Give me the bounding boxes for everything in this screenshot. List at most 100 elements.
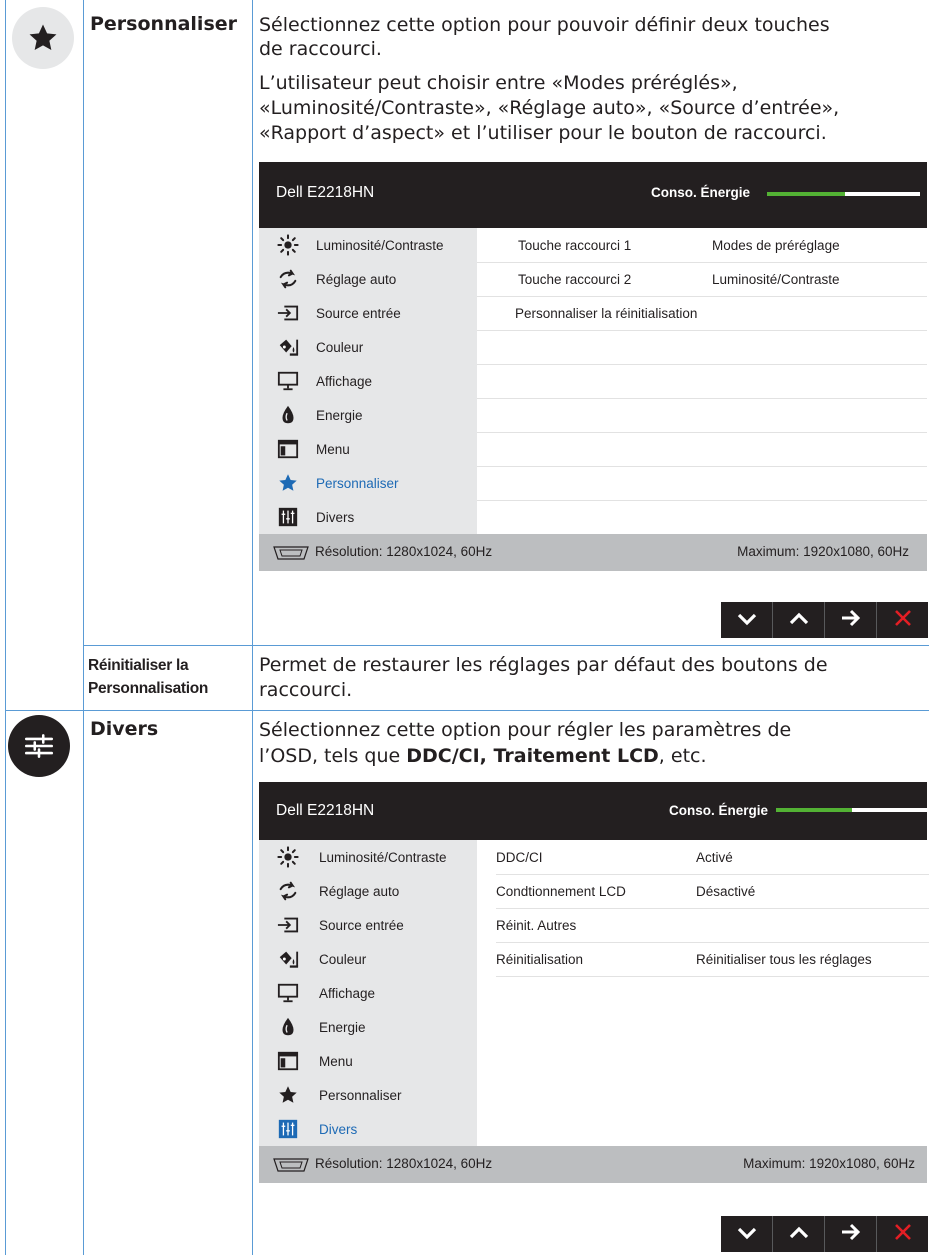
sidebar-item-menu[interactable]: Menu — [259, 432, 477, 466]
osd-screenshot-divers: Dell E2218HN Conso. Énergie Luminosité/C… — [259, 782, 929, 1200]
energy-meter-remaining — [852, 808, 927, 812]
table-row[interactable]: Touche raccourci 2 Luminosité/Contraste — [477, 262, 927, 297]
divers-desc-bold: DDC/CI, Traitement LCD — [406, 745, 659, 767]
display-icon — [276, 369, 300, 393]
personnaliser-desc-line-2: de raccourci. — [259, 38, 382, 60]
energy-meter-fill — [767, 192, 845, 196]
reset-label-line-2: Personnalisation — [88, 680, 209, 697]
down-button[interactable] — [721, 1216, 772, 1252]
personnaliser-desc-line-5: «Rapport d’aspect» et l’utiliser pour le… — [259, 122, 827, 144]
table-row-empty — [477, 330, 927, 365]
table-row-empty — [477, 432, 927, 467]
row-value: Désactivé — [696, 884, 756, 899]
exit-button[interactable] — [876, 602, 928, 638]
input-source-icon — [276, 301, 300, 325]
vga-connector-icon — [271, 545, 311, 566]
up-button[interactable] — [772, 602, 824, 638]
sidebar-item-label: Affichage — [316, 373, 373, 389]
brightness-icon — [276, 233, 300, 257]
sidebar-item-affichage[interactable]: Affichage — [259, 364, 477, 398]
table-border-left — [5, 0, 6, 1255]
osd-content: DDC/CI Activé Condtionnement LCD Désacti… — [477, 840, 929, 1146]
osd-button-strip — [721, 602, 928, 638]
max-resolution: Maximum: 1920x1080, 60Hz — [737, 544, 909, 559]
osd-button-strip — [721, 1216, 928, 1252]
row-name: Réinit. Autres — [496, 918, 577, 933]
auto-adjust-icon — [276, 879, 300, 903]
sidebar-item-energie[interactable]: Energie — [259, 1010, 477, 1044]
exit-button[interactable] — [876, 1216, 928, 1252]
sliders-icon — [8, 715, 70, 777]
sidebar-item-menu[interactable]: Menu — [259, 1044, 477, 1078]
sidebar-item-source-entree[interactable]: Source entrée — [259, 296, 477, 330]
table-row[interactable]: Personnaliser la réinitialisation — [477, 296, 927, 331]
osd-model-name: Dell E2218HN — [276, 184, 375, 201]
personnaliser-desc-line-1: Sélectionnez cette option pour pouvoir d… — [259, 14, 830, 36]
max-resolution: Maximum: 1920x1080, 60Hz — [743, 1156, 915, 1171]
row-value: Réinitialiser tous les réglages — [696, 952, 872, 967]
sidebar-item-luminosite[interactable]: Luminosité/Contraste — [259, 228, 477, 262]
osd-sidebar: Luminosité/Contraste Réglage auto Source… — [259, 840, 477, 1146]
row-value: Activé — [696, 850, 733, 865]
sidebar-item-couleur[interactable]: Couleur — [259, 942, 477, 976]
row-name: DDC/CI — [496, 850, 543, 865]
osd-sidebar: Luminosité/Contraste Réglage auto Source… — [259, 228, 477, 534]
sidebar-item-reglage-auto[interactable]: Réglage auto — [259, 262, 477, 296]
sidebar-item-label: Couleur — [316, 339, 364, 355]
row-name: Réinitialisation — [496, 952, 584, 967]
table-row[interactable]: Condtionnement LCD Désactivé — [496, 874, 929, 909]
sidebar-item-source-entree[interactable]: Source entrée — [259, 908, 477, 942]
star-icon — [276, 471, 300, 495]
sliders-icon — [276, 505, 300, 529]
chevron-up-icon — [788, 611, 810, 630]
sidebar-item-affichage[interactable]: Affichage — [259, 976, 477, 1010]
table-row[interactable]: Touche raccourci 1 Modes de préréglage — [477, 228, 927, 263]
menu-icon — [276, 437, 300, 461]
table-row[interactable]: Réinit. Autres — [496, 908, 929, 943]
sidebar-item-label: Energie — [319, 1019, 366, 1035]
osd-content: Touche raccourci 1 Modes de préréglage T… — [477, 228, 927, 534]
sidebar-item-label: Affichage — [319, 985, 376, 1001]
menu-icon — [276, 1049, 300, 1073]
table-border-col1 — [83, 0, 84, 1255]
sidebar-item-personnaliser[interactable]: Personnaliser — [259, 466, 477, 500]
row-value: Luminosité/Contraste — [712, 272, 840, 287]
table-row[interactable]: Réinitialisation Réinitialiser tous les … — [496, 942, 929, 977]
sidebar-item-divers[interactable]: Divers — [259, 1112, 477, 1146]
sidebar-item-reglage-auto[interactable]: Réglage auto — [259, 874, 477, 908]
sidebar-item-label: Menu — [316, 441, 350, 457]
sidebar-item-luminosite[interactable]: Luminosité/Contraste — [259, 840, 477, 874]
sidebar-item-label: Personnaliser — [319, 1087, 402, 1103]
up-button[interactable] — [772, 1216, 824, 1252]
sidebar-item-divers[interactable]: Divers — [259, 500, 477, 534]
sidebar-item-label: Source entrée — [316, 305, 401, 321]
sidebar-item-couleur[interactable]: Couleur — [259, 330, 477, 364]
sidebar-item-label: Divers — [316, 509, 355, 525]
down-button[interactable] — [721, 602, 772, 638]
sidebar-item-personnaliser[interactable]: Personnaliser — [259, 1078, 477, 1112]
select-button[interactable] — [824, 602, 876, 638]
row-value: Modes de préréglage — [712, 238, 840, 253]
sidebar-item-label: Personnaliser — [316, 475, 399, 491]
energy-icon — [276, 1015, 300, 1039]
osd-header: Dell E2218HN Conso. Énergie — [259, 162, 927, 228]
energy-meter — [767, 192, 920, 196]
table-row-empty — [477, 364, 927, 399]
personnaliser-desc-line-3: L’utilisateur peut choisir entre «Modes … — [259, 72, 738, 94]
arrow-right-icon — [840, 609, 862, 631]
current-resolution: Résolution: 1280x1024, 60Hz — [315, 544, 493, 559]
sidebar-item-label: Réglage auto — [316, 271, 397, 287]
arrow-right-icon — [840, 1223, 862, 1245]
sidebar-item-energie[interactable]: Energie — [259, 398, 477, 432]
sidebar-item-label: Couleur — [319, 951, 367, 967]
sidebar-item-label: Menu — [319, 1053, 353, 1069]
table-row[interactable]: DDC/CI Activé — [496, 840, 929, 875]
close-icon — [893, 1222, 913, 1246]
brightness-icon — [276, 845, 300, 869]
display-icon — [276, 981, 300, 1005]
sidebar-item-label: Luminosité/Contraste — [319, 849, 447, 865]
star-icon — [12, 7, 74, 69]
reset-desc-line-1: Permet de restaurer les réglages par déf… — [259, 654, 828, 676]
select-button[interactable] — [824, 1216, 876, 1252]
osd-energy-label: Conso. Énergie — [651, 185, 751, 200]
